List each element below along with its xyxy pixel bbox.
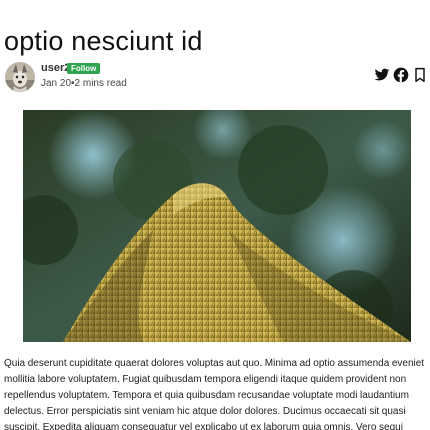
article-hero-image bbox=[23, 110, 411, 342]
author-name[interactable]: user2 bbox=[41, 61, 70, 75]
article-meta: Jan 20•2 mins read bbox=[41, 78, 127, 89]
article-page: optio nesciunt id user2 Follow Jan 20•2 … bbox=[0, 0, 430, 430]
follow-button[interactable]: Follow bbox=[67, 63, 101, 74]
article-body: Quia deserunt cupiditate quaerat dolores… bbox=[4, 358, 425, 430]
facebook-icon[interactable] bbox=[393, 67, 409, 83]
dog-avatar-icon bbox=[5, 62, 35, 92]
article-title: optio nesciunt id bbox=[4, 26, 203, 56]
bookmark-icon[interactable] bbox=[412, 67, 428, 83]
moss-tree-image bbox=[23, 110, 411, 342]
twitter-icon[interactable] bbox=[374, 67, 390, 83]
author-avatar[interactable] bbox=[5, 62, 35, 92]
share-toolbar bbox=[374, 67, 428, 83]
